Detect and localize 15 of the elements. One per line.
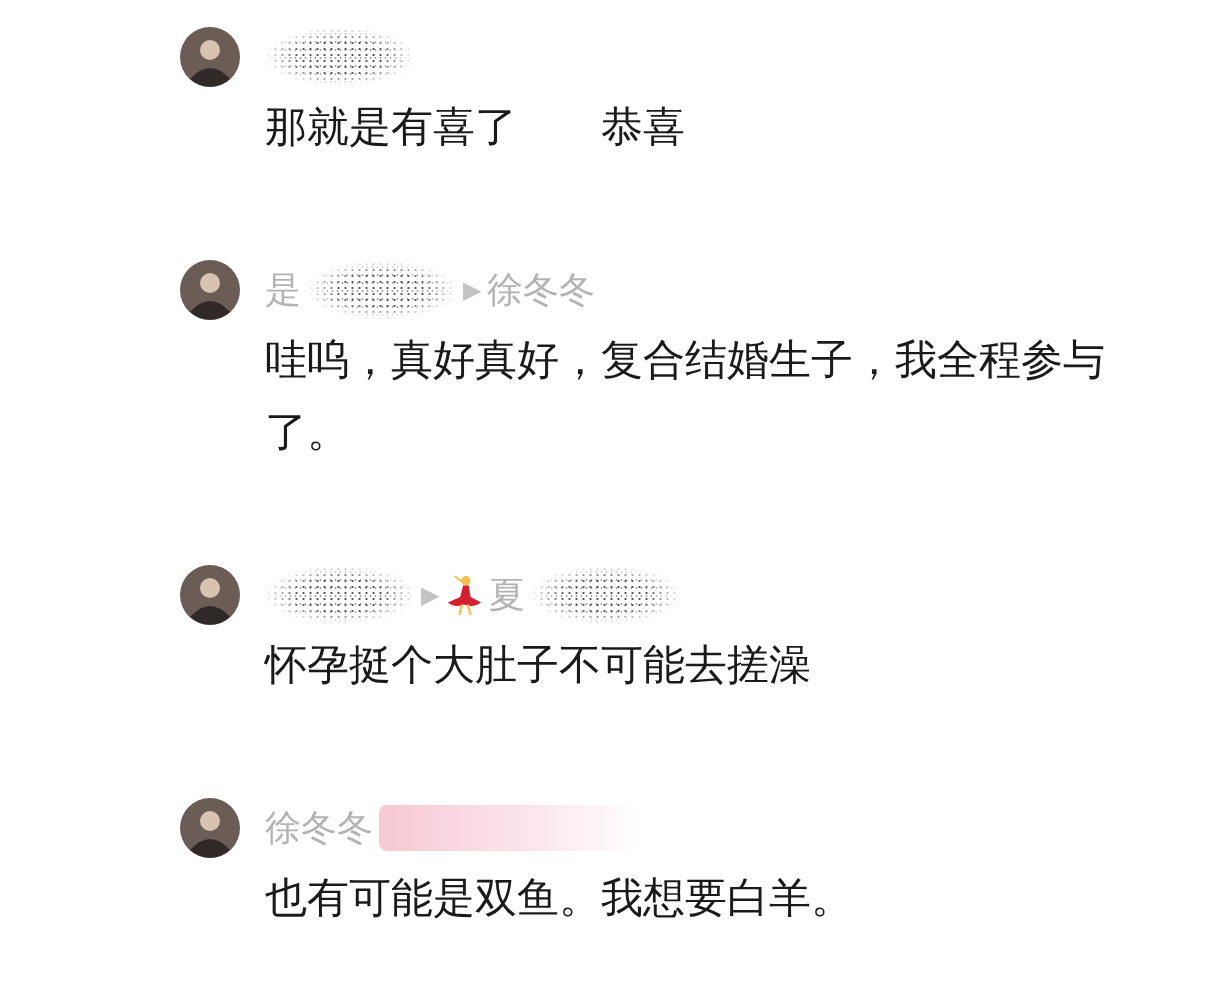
username[interactable]: 夏 xyxy=(489,570,526,620)
comment-text: 怀孕挺个大肚子不可能去搓澡 xyxy=(265,639,812,691)
avatar-icon xyxy=(180,798,240,858)
dancer-icon xyxy=(448,575,482,616)
avatar-icon xyxy=(180,565,240,625)
username[interactable]: 徐冬冬 xyxy=(265,803,373,853)
comment-text: 也有可能是双鱼。我想要白羊。 xyxy=(265,872,854,924)
avatar-icon xyxy=(180,27,240,87)
comment-text: 哇呜，真好真好，复合结婚生子，我全程参与了。 xyxy=(265,334,1106,458)
reply-arrow: ▶ xyxy=(463,276,482,304)
username[interactable]: 徐冬冬 xyxy=(487,265,596,315)
username[interactable]: 是 xyxy=(265,265,301,315)
comment-text: 那就是有喜了 恭喜 xyxy=(265,101,686,153)
avatar-icon xyxy=(180,260,240,320)
reply-arrow: ▶ xyxy=(421,581,440,609)
